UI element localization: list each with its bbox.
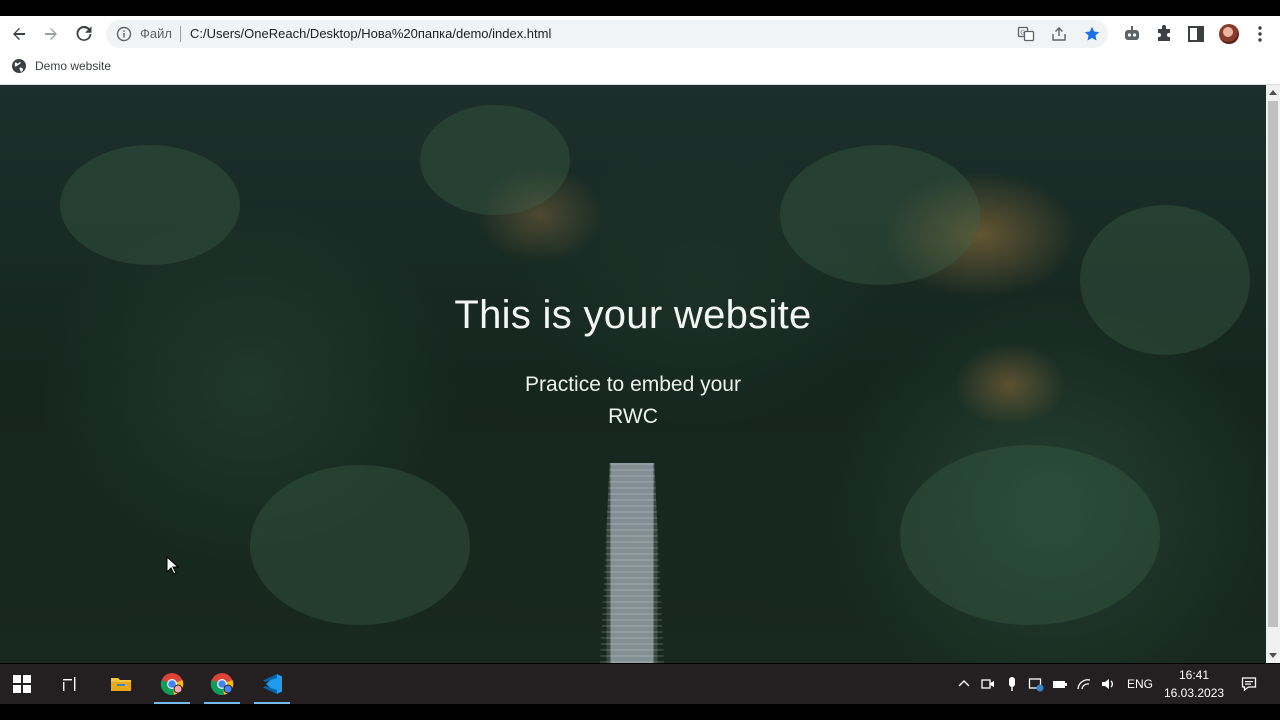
scroll-up-arrow-icon[interactable] bbox=[1269, 90, 1277, 95]
globe-icon bbox=[12, 59, 26, 73]
extensions-puzzle-icon[interactable] bbox=[1154, 24, 1174, 44]
speaker-icon[interactable] bbox=[1100, 676, 1116, 692]
scroll-down-arrow-icon[interactable] bbox=[1269, 653, 1277, 658]
reload-icon bbox=[76, 26, 92, 41]
profile-avatar[interactable] bbox=[1219, 24, 1239, 44]
taskbar-file-explorer[interactable] bbox=[99, 664, 143, 704]
foliage-patch bbox=[900, 445, 1160, 625]
share-icon[interactable] bbox=[1050, 25, 1068, 43]
bookmark-star-icon[interactable] bbox=[1083, 25, 1101, 43]
clock-date[interactable]: 16.03.2023 bbox=[1164, 686, 1224, 700]
windows-taskbar: ENG 16:41 16.03.2023 bbox=[0, 664, 1280, 704]
omnibox-separator bbox=[180, 26, 181, 42]
bookmarks-bar: Demo website bbox=[0, 52, 1280, 85]
more-menu-icon[interactable] bbox=[1250, 24, 1270, 44]
screen-bottom-border bbox=[0, 704, 1280, 720]
network-adapter-icon[interactable] bbox=[1028, 676, 1044, 692]
info-icon[interactable] bbox=[116, 26, 132, 42]
foliage-patch bbox=[60, 145, 240, 265]
page-viewport: This is your website Practice to embed y… bbox=[0, 85, 1266, 663]
start-button[interactable] bbox=[0, 664, 44, 704]
browser-toolbar: Файл C:/Users/OneReach/Desktop/Нова%20па… bbox=[0, 16, 1280, 52]
bridge-planks bbox=[600, 463, 664, 663]
language-indicator[interactable]: ENG bbox=[1127, 677, 1153, 691]
page-title: This is your website bbox=[454, 293, 812, 337]
chrome-icon bbox=[160, 673, 184, 696]
translate-icon[interactable]: G bbox=[1017, 25, 1035, 43]
url-text[interactable]: C:/Users/OneReach/Desktop/Нова%20папка/d… bbox=[190, 26, 551, 41]
bookmark-label: Demo website bbox=[35, 59, 112, 73]
page-scrollbar[interactable] bbox=[1266, 85, 1280, 663]
notification-center-icon[interactable] bbox=[1241, 676, 1257, 692]
screen-top-border bbox=[0, 0, 1280, 16]
scroll-thumb[interactable] bbox=[1268, 101, 1278, 627]
taskbar-vscode[interactable] bbox=[250, 664, 294, 704]
chrome-profile-icon bbox=[210, 673, 234, 696]
battery-icon[interactable] bbox=[1052, 676, 1068, 692]
bridge-image bbox=[600, 463, 664, 663]
task-view-button[interactable] bbox=[48, 664, 92, 704]
reload-button[interactable] bbox=[71, 21, 97, 47]
scheme-label: Файл bbox=[140, 26, 172, 41]
clock-time[interactable]: 16:41 bbox=[1179, 668, 1209, 682]
mouse-cursor-icon bbox=[166, 556, 180, 575]
bookmark-demo-website[interactable]: Demo website bbox=[11, 58, 111, 74]
chevron-up-icon[interactable] bbox=[956, 676, 972, 692]
back-button[interactable] bbox=[6, 21, 32, 47]
taskbar-chrome[interactable] bbox=[150, 664, 194, 704]
microphone-icon[interactable] bbox=[1004, 676, 1020, 692]
forward-button[interactable] bbox=[38, 21, 64, 47]
taskbar-chrome-profile[interactable] bbox=[200, 664, 244, 704]
arrow-left-icon bbox=[13, 28, 25, 40]
task-view-icon bbox=[63, 677, 76, 691]
address-bar[interactable]: Файл C:/Users/OneReach/Desktop/Нова%20па… bbox=[106, 20, 1108, 48]
meet-now-icon[interactable] bbox=[980, 676, 996, 692]
foliage-patch bbox=[420, 105, 570, 215]
page-subtitle: Practice to embed your RWC bbox=[525, 373, 741, 428]
foliage-patch bbox=[250, 465, 470, 625]
vscode-icon bbox=[263, 674, 282, 694]
wifi-icon[interactable] bbox=[1076, 676, 1092, 692]
extension-robot-icon[interactable] bbox=[1122, 24, 1142, 44]
side-panel-icon[interactable] bbox=[1186, 24, 1206, 44]
windows-logo-icon bbox=[13, 675, 31, 693]
folder-icon bbox=[111, 678, 131, 691]
arrow-right-icon bbox=[45, 28, 57, 40]
svg-text:G: G bbox=[1020, 30, 1025, 37]
foliage-patch bbox=[780, 145, 980, 285]
